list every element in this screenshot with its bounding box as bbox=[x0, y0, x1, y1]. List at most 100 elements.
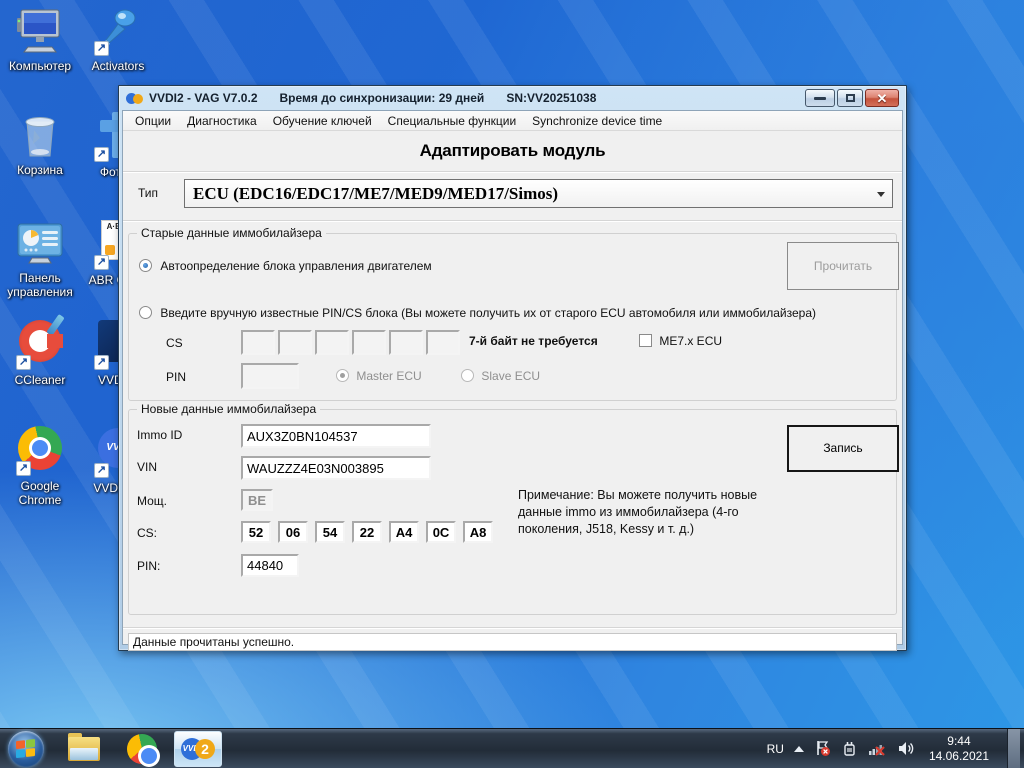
status-bar: Данные прочитаны успешно. bbox=[128, 633, 897, 651]
shortcut-arrow-icon: ↗ bbox=[94, 147, 109, 162]
clock-time: 9:44 bbox=[947, 733, 971, 748]
auto-detect-label: Автоопределение блока управления двигате… bbox=[160, 259, 432, 273]
menu-special-functions[interactable]: Специальные функции bbox=[380, 112, 525, 130]
desktop-icon-control-panel[interactable]: Панель управления bbox=[2, 218, 78, 299]
auto-detect-radio[interactable] bbox=[139, 259, 152, 272]
cs-label: CS bbox=[166, 336, 183, 350]
computer-icon bbox=[14, 6, 66, 56]
shortcut-arrow-icon: ↗ bbox=[16, 461, 31, 476]
serial-number: SN:VV20251038 bbox=[506, 91, 597, 105]
cs-new-byte-2[interactable]: 06 bbox=[278, 521, 308, 543]
start-button[interactable] bbox=[8, 730, 44, 767]
vin-label: VIN bbox=[137, 460, 158, 474]
cs-new-byte-1[interactable]: 52 bbox=[241, 521, 271, 543]
cs-byte-value: A8 bbox=[469, 524, 487, 540]
shortcut-arrow-icon: ↗ bbox=[94, 463, 109, 478]
cs-byte-input-5[interactable] bbox=[389, 330, 423, 355]
desktop-icon-activators[interactable]: ↗ Activators bbox=[80, 6, 156, 73]
title-bar[interactable]: VVDI2 - VAG V7.0.2 Время до синхронизаци… bbox=[122, 86, 903, 110]
cs-new-byte-4[interactable]: 22 bbox=[352, 521, 382, 543]
menu-synchronize[interactable]: Synchronize device time bbox=[524, 112, 670, 130]
write-button[interactable]: Запись bbox=[787, 425, 899, 472]
language-indicator[interactable]: RU bbox=[767, 742, 784, 756]
read-button[interactable]: Прочитать bbox=[787, 242, 899, 290]
action-center-flag-icon[interactable] bbox=[814, 740, 831, 757]
ccleaner-icon: ↗ bbox=[14, 313, 66, 370]
chrome-icon: ↗ bbox=[14, 426, 66, 476]
app-icon bbox=[126, 91, 144, 105]
cs-byte-value: 06 bbox=[285, 524, 301, 540]
cs-byte-input-3[interactable] bbox=[315, 330, 349, 355]
close-icon: ✕ bbox=[876, 90, 888, 106]
immo-id-label: Immo ID bbox=[137, 428, 183, 442]
windows-logo-icon bbox=[16, 738, 36, 758]
chevron-down-icon bbox=[877, 192, 885, 197]
cs-new-byte-3[interactable]: 54 bbox=[315, 521, 345, 543]
shortcut-arrow-icon: ↗ bbox=[94, 355, 109, 370]
cs-byte-input-6[interactable] bbox=[426, 330, 460, 355]
immo-id-input[interactable]: AUX3Z0BN104537 bbox=[241, 424, 431, 448]
old-immo-data-group: Старые данные иммобилайзера Автоопределе… bbox=[128, 226, 899, 401]
me7-checkbox[interactable] bbox=[639, 334, 652, 347]
cs-byte-input-1[interactable] bbox=[241, 330, 275, 355]
menu-key-learn[interactable]: Обучение ключей bbox=[265, 112, 380, 130]
master-ecu-label: Master ECU bbox=[356, 369, 422, 383]
cs-new-byte-5[interactable]: A4 bbox=[389, 521, 419, 543]
power-input: BE bbox=[241, 489, 273, 511]
type-label: Тип bbox=[138, 186, 159, 200]
page-title: Адаптировать модуль bbox=[419, 141, 606, 160]
vvdi2-window: VVDI2 - VAG V7.0.2 Время до синхронизаци… bbox=[118, 85, 907, 651]
chrome-icon bbox=[127, 733, 160, 767]
minimize-button[interactable] bbox=[805, 89, 835, 107]
vvdi2-logo-icon: VVDi 2 bbox=[181, 737, 215, 760]
menu-diagnostics[interactable]: Диагностика bbox=[179, 112, 265, 130]
volume-icon[interactable] bbox=[897, 740, 915, 757]
pin-input[interactable] bbox=[241, 363, 299, 389]
new-immo-data-group: Новые данные иммобилайзера Immo ID AUX3Z… bbox=[128, 402, 899, 615]
separator bbox=[123, 627, 902, 629]
close-button[interactable]: ✕ bbox=[865, 89, 899, 107]
desktop-icon-ccleaner[interactable]: ↗ CCleaner bbox=[2, 313, 78, 387]
cs-new-label: CS: bbox=[137, 526, 158, 540]
vin-input[interactable]: WAUZZZ4E03N003895 bbox=[241, 456, 431, 480]
taskbar: VVDi 2 RU 9:44 14.06.2021 bbox=[0, 728, 1024, 768]
folder-icon bbox=[68, 732, 100, 761]
manual-pin-radio[interactable] bbox=[139, 306, 152, 319]
maximize-icon bbox=[845, 94, 855, 102]
minimize-icon bbox=[814, 96, 826, 100]
desktop-icon-recycle-bin[interactable]: Корзина bbox=[2, 110, 78, 177]
ecu-type-dropdown[interactable]: ECU (EDC16/EDC17/ME7/MED9/MED17/Simos) bbox=[184, 179, 893, 208]
clock-date: 14.06.2021 bbox=[928, 748, 989, 763]
cs-new-byte-6[interactable]: 0C bbox=[426, 521, 456, 543]
show-desktop-button[interactable] bbox=[1007, 728, 1020, 768]
pin-new-input[interactable]: 44840 bbox=[241, 554, 299, 577]
manual-pin-label: Введите вручную известные PIN/CS блока (… bbox=[160, 306, 817, 320]
taskbar-explorer-button[interactable] bbox=[66, 732, 102, 766]
shortcut-arrow-icon: ↗ bbox=[94, 41, 109, 56]
me7-checkbox-label: ME7.x ECU bbox=[659, 334, 723, 348]
vin-value: WAUZZZ4E03N003895 bbox=[247, 460, 384, 476]
network-icon-disconnected[interactable] bbox=[868, 740, 887, 757]
separator bbox=[123, 171, 902, 173]
seventh-byte-note: 7-й байт не требуется bbox=[469, 334, 598, 348]
desktop-icon-computer[interactable]: Компьютер bbox=[2, 6, 78, 73]
separator bbox=[123, 220, 902, 222]
maximize-button[interactable] bbox=[837, 89, 863, 107]
window-title: VVDI2 - VAG V7.0.2 bbox=[149, 91, 258, 105]
power-label: Мощ. bbox=[137, 494, 168, 508]
taskbar-chrome-button[interactable] bbox=[124, 732, 160, 767]
taskbar-vvdi2-button-active[interactable]: VVDi 2 bbox=[174, 730, 222, 767]
desktop-icon-label: Панель управления bbox=[7, 271, 73, 299]
cs-byte-value: 54 bbox=[322, 524, 338, 540]
device-plug-icon[interactable] bbox=[841, 740, 858, 757]
desktop-icon-label: Корзина bbox=[17, 163, 63, 177]
immo-id-value: AUX3Z0BN104537 bbox=[247, 428, 358, 444]
cs-byte-input-2[interactable] bbox=[278, 330, 312, 355]
show-hidden-icons-button[interactable] bbox=[793, 745, 804, 752]
cs-byte-value: 0C bbox=[432, 524, 450, 540]
menu-options[interactable]: Опции bbox=[127, 112, 179, 130]
taskbar-clock[interactable]: 9:44 14.06.2021 bbox=[929, 734, 989, 764]
desktop-icon-google-chrome[interactable]: ↗ Google Chrome bbox=[2, 424, 78, 507]
cs-new-byte-7[interactable]: A8 bbox=[463, 521, 493, 543]
cs-byte-input-4[interactable] bbox=[352, 330, 386, 355]
